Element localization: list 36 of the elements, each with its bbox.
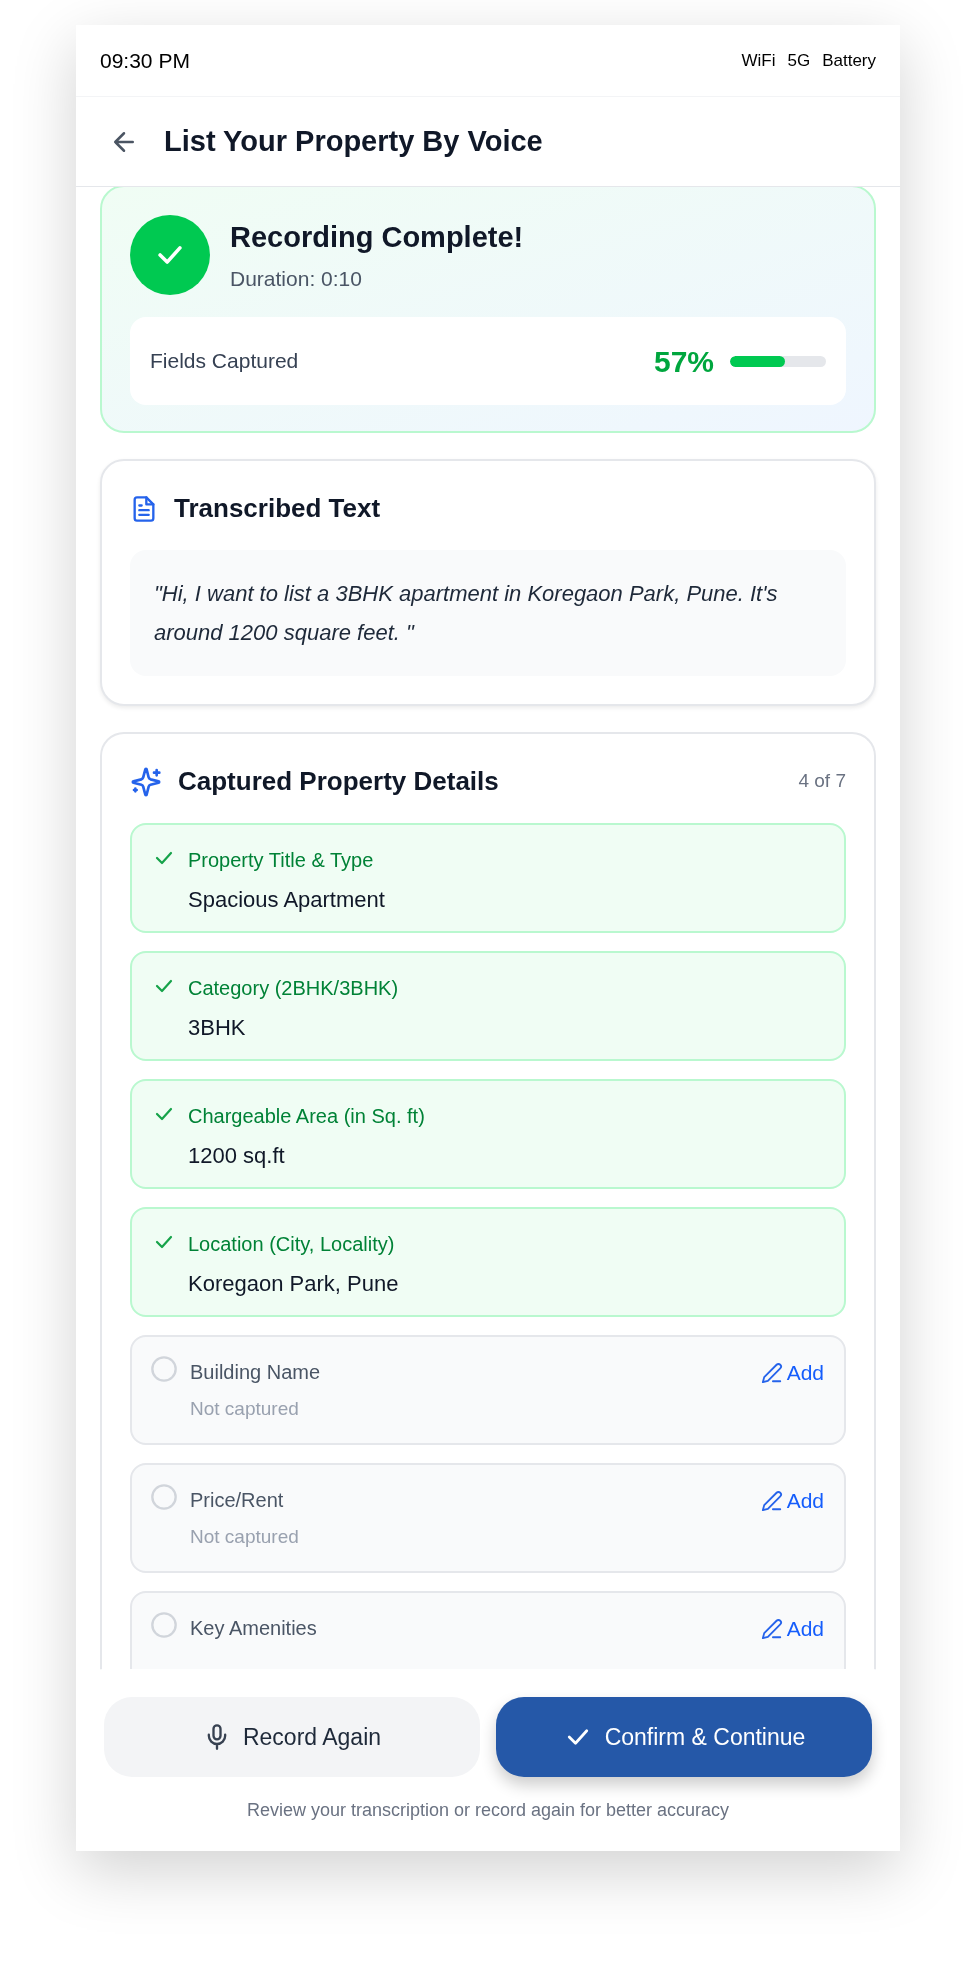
add-button[interactable]: Add (760, 1613, 824, 1645)
field-value: 1200 sq.ft (188, 1142, 286, 1170)
field-value: Not captured (190, 1397, 300, 1421)
transcript-text: "Hi, I want to list a 3BHK apartment in Koregaon Park, Pune. It's around 1200 square feet. " (154, 580, 779, 647)
hint-text: Review your transcription or record again for better accuracy (246, 1799, 730, 1822)
field-label: Chargeable Area (in Sq. ft) (188, 1104, 426, 1129)
field-value: 3BHK (188, 1014, 247, 1042)
field-value: Not captured (190, 1525, 300, 1549)
field-value: Spacious Apartment (188, 886, 386, 914)
field-value: Koregaon Park, Pune (188, 1270, 400, 1298)
status-time: 09:30 PM (100, 47, 190, 74)
field-label: Category (2BHK/3BHK) (188, 976, 400, 1001)
confirm-button[interactable]: Confirm & Continue (496, 1697, 872, 1777)
field-label: Price/Rent (190, 1488, 285, 1513)
status-indicator: WiFi (741, 49, 776, 72)
pencil-icon (760, 1489, 783, 1512)
pencil-icon (760, 1617, 783, 1640)
recording-title: Recording Complete! (230, 219, 524, 255)
add-button[interactable]: Add (760, 1357, 824, 1389)
field-label: Location (City, Locality) (188, 1232, 396, 1257)
field-label: Building Name (190, 1360, 322, 1385)
page-title: List Your Property By Voice (164, 123, 543, 159)
recording-duration: Duration: 0:10 (230, 266, 363, 292)
status-indicator: Battery (822, 49, 876, 72)
add-button[interactable]: Add (760, 1485, 824, 1517)
fields-count: 4 of 7 (798, 769, 846, 794)
section-title: Transcribed Text (174, 492, 381, 525)
record-again-button[interactable]: Record Again (104, 1697, 480, 1777)
section-title: Captured Property Details (178, 765, 499, 798)
progress-percent: 57% (653, 343, 714, 380)
progress-label: Fields Captured (150, 348, 299, 375)
field-label: Key Amenities (190, 1616, 318, 1641)
sparkle-icon (130, 765, 162, 798)
status-indicator: 5G (787, 49, 811, 72)
pencil-icon (760, 1361, 783, 1384)
field-label: Property Title & Type (188, 848, 375, 873)
